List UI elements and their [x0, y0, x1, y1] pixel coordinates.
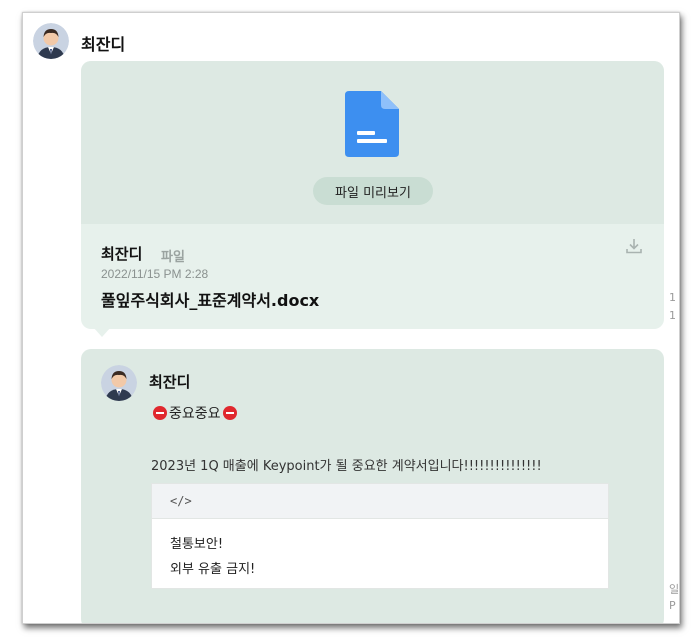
no-entry-icon: [153, 406, 167, 420]
code-line: 외부 유출 금지!: [170, 562, 256, 577]
chat-window: 최잔디 파일 미리보기 최잔디 파일 2022/11/15 PM 2:28 풀잎…: [22, 12, 680, 624]
document-icon: [345, 91, 399, 157]
no-entry-icon: [222, 406, 237, 420]
download-icon[interactable]: [625, 237, 643, 255]
avatar[interactable]: [33, 23, 69, 59]
file-preview-area[interactable]: 파일 미리보기: [81, 61, 664, 224]
side-fragment: 1: [669, 291, 676, 304]
message-body: 2023년 1Q 매출에 Keypoint가 될 중요한 계약서입니다!!!!!…: [151, 459, 542, 474]
side-fragment: P: [669, 599, 676, 612]
code-block-header: </>: [152, 484, 608, 519]
code-line: 철통보안!: [170, 537, 224, 552]
side-fragment: 1: [669, 309, 676, 322]
important-tag: 중요중요: [153, 403, 237, 423]
user-avatar-icon: [33, 23, 69, 59]
bubble-tail: [93, 327, 111, 337]
file-name[interactable]: 풀잎주식회사_표준계약서.docx: [101, 287, 319, 311]
important-label: 중요중요: [169, 406, 221, 422]
file-sender-name: 최잔디: [101, 245, 143, 263]
file-type-label: 파일: [161, 250, 185, 265]
message-avatar[interactable]: [101, 365, 137, 401]
file-preview-button[interactable]: 파일 미리보기: [313, 177, 433, 205]
sender-name: 최잔디: [81, 35, 126, 54]
file-message-card: 파일 미리보기 최잔디 파일 2022/11/15 PM 2:28 풀잎주식회사…: [81, 61, 664, 337]
user-avatar-icon: [101, 365, 137, 401]
side-fragment: 일: [669, 583, 680, 596]
message-sender-name: 최잔디: [149, 373, 191, 391]
text-message-card: 최잔디 중요중요 2023년 1Q 매출에 Keypoint가 될 중요한 계약…: [81, 349, 664, 623]
code-block: </> 철통보안! 외부 유출 금지!: [151, 483, 609, 589]
file-timestamp: 2022/11/15 PM 2:28: [101, 267, 209, 281]
